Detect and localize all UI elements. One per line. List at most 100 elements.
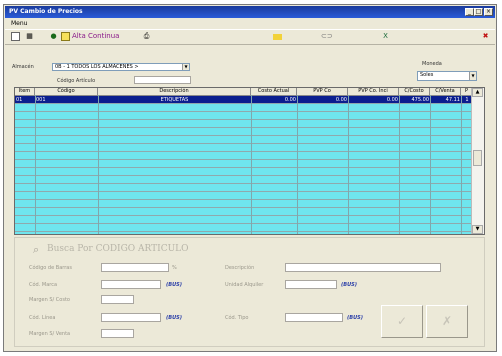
cell-pvp: 0.00 — [335, 97, 347, 103]
col-descripcion[interactable]: Descripción — [98, 88, 251, 95]
close-button[interactable]: × — [484, 8, 493, 16]
cell-costo: 0.00 — [284, 97, 296, 103]
moneda-label: Moneda — [422, 61, 442, 67]
col-pvp[interactable]: PVP Co — [297, 88, 348, 95]
margen-venta-input[interactable] — [101, 329, 134, 338]
table-row[interactable] — [15, 224, 473, 232]
panel-title: Busca Por CODIGO ARTICULO — [47, 244, 189, 254]
grid-line — [399, 95, 400, 234]
vertical-scrollbar[interactable]: ▲ ▼ — [471, 88, 484, 234]
table-row[interactable] — [15, 136, 473, 144]
table-row[interactable] — [15, 120, 473, 128]
bus-link-marca[interactable]: (BUS) — [166, 282, 182, 288]
table-row[interactable] — [15, 160, 473, 168]
moneda-value: Soles — [420, 72, 434, 78]
table-row[interactable] — [15, 200, 473, 208]
table-row[interactable] — [15, 192, 473, 200]
codigo-barras-label: Código de Barras — [29, 265, 72, 271]
margen-costo-label: Margen S/ Costo — [29, 297, 70, 303]
unidad-label: Unidad Alquiler — [225, 282, 264, 288]
descripcion-label: Descripción — [225, 265, 255, 271]
accept-button[interactable]: ✓ — [381, 305, 423, 338]
cell-pvp-inci: 0.00 — [386, 97, 398, 103]
grid-line — [297, 95, 298, 234]
cell-cventa: 47.11 — [445, 97, 460, 103]
table-row[interactable] — [15, 144, 473, 152]
alta-continua-button[interactable]: Alta Continua — [72, 32, 119, 40]
scroll-up-icon[interactable]: ▲ — [472, 88, 483, 97]
menu-bar: Menu — [5, 19, 495, 28]
bus-link-tipo[interactable]: (BUS) — [347, 315, 363, 321]
table-row[interactable] — [15, 104, 473, 112]
link-icon[interactable]: ⊂⊃ — [321, 32, 333, 41]
window-title: PV Cambio de Precios — [9, 8, 83, 15]
minimize-button[interactable]: _ — [465, 8, 474, 16]
cancel-button[interactable]: ✗ — [426, 305, 468, 338]
search-icon: ⌕ — [33, 243, 40, 256]
grid-line — [251, 95, 252, 234]
percent-label: % — [172, 265, 177, 271]
codigo-articulo-label: Código Artículo — [57, 78, 96, 84]
grid-icon[interactable]: ▦ — [25, 32, 34, 41]
table-row[interactable]: 01 001 ETIQUETAS 0.00 0.00 0.00 475.00 4… — [15, 96, 473, 104]
title-bar: PV Cambio de Precios _ □ × — [5, 6, 495, 18]
almacen-value: 0B - 1 TODOS LOS ALMACENES > — [55, 64, 139, 70]
table-row[interactable] — [15, 208, 473, 216]
almacen-select[interactable]: 0B - 1 TODOS LOS ALMACENES > ▼ — [52, 63, 190, 71]
table-row[interactable] — [15, 232, 473, 234]
excel-icon[interactable]: X — [381, 32, 390, 41]
table-row[interactable] — [15, 152, 473, 160]
cell-codigo: 001 — [36, 97, 46, 103]
moneda-select[interactable]: Soles ▼ — [417, 71, 477, 81]
cod-tipo-label: Cód. Tipo — [225, 315, 249, 321]
margen-venta-label: Margen S/ Venta — [29, 331, 71, 337]
col-ccosto[interactable]: C/Costo — [399, 88, 430, 95]
price-grid[interactable]: Item Código Descripción Costo Actual PVP… — [14, 87, 485, 235]
tool-icon[interactable] — [273, 34, 282, 40]
chevron-down-icon[interactable]: ▼ — [469, 72, 476, 80]
cell-descripcion: ETIQUETAS — [160, 97, 189, 103]
cell-item: 01 — [16, 97, 23, 103]
grid-line — [348, 95, 349, 234]
almacen-label: Almacén — [12, 64, 34, 70]
search-icon[interactable]: ● — [49, 32, 58, 41]
table-row[interactable] — [15, 216, 473, 224]
cod-marca-label: Cód. Marca — [29, 282, 58, 288]
print-icon[interactable]: ⎙ — [142, 32, 151, 41]
folder-icon[interactable] — [61, 32, 70, 41]
bus-link-linea[interactable]: (BUS) — [166, 315, 182, 321]
bus-link-unidad[interactable]: (BUS) — [341, 282, 357, 288]
col-pvp-inci[interactable]: PVP Co. Inci — [348, 88, 399, 95]
new-icon[interactable] — [11, 32, 20, 41]
main-window: PV Cambio de Precios _ □ × Menu ▦ ● Alta… — [3, 4, 497, 352]
maximize-button[interactable]: □ — [474, 8, 483, 16]
exit-icon[interactable]: ✖ — [481, 32, 490, 41]
search-panel: ⌕ Busca Por CODIGO ARTICULO Código de Ba… — [14, 237, 485, 347]
unidad-input[interactable] — [285, 280, 337, 289]
cod-linea-label: Cód. Línea — [29, 315, 56, 321]
table-row[interactable] — [15, 184, 473, 192]
table-row[interactable] — [15, 128, 473, 136]
table-row[interactable] — [15, 176, 473, 184]
codigo-articulo-input[interactable] — [134, 76, 191, 84]
grid-line — [430, 95, 431, 234]
cod-linea-input[interactable] — [101, 313, 161, 322]
menu-item-menu[interactable]: Menu — [11, 20, 27, 27]
col-cventa[interactable]: C/Venta — [430, 88, 461, 95]
cod-tipo-input[interactable] — [285, 313, 343, 322]
margen-costo-input[interactable] — [101, 295, 134, 304]
scroll-thumb[interactable] — [473, 150, 482, 166]
grid-header: Item Código Descripción Costo Actual PVP… — [15, 88, 484, 96]
codigo-barras-input[interactable] — [101, 263, 169, 272]
chevron-down-icon[interactable]: ▼ — [182, 64, 189, 70]
descripcion-input[interactable] — [285, 263, 441, 272]
table-row[interactable] — [15, 168, 473, 176]
grid-line — [35, 95, 36, 234]
table-row[interactable] — [15, 112, 473, 120]
cod-marca-input[interactable] — [101, 280, 161, 289]
col-costo[interactable]: Costo Actual — [251, 88, 297, 95]
col-item[interactable]: Item — [15, 88, 35, 95]
col-codigo[interactable]: Código — [35, 88, 98, 95]
scroll-down-icon[interactable]: ▼ — [472, 225, 483, 234]
cell-ccosto: 475.00 — [411, 97, 430, 103]
